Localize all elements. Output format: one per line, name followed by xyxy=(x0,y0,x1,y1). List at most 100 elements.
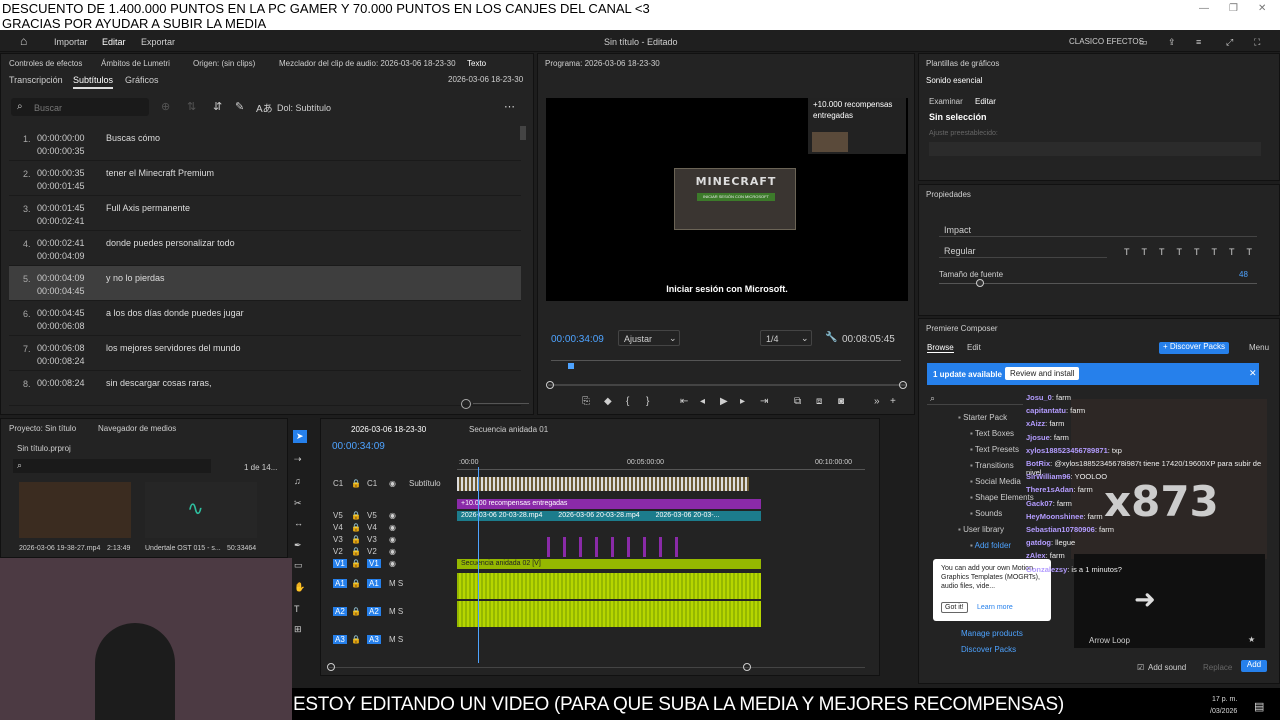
camera-icon[interactable]: ◙ xyxy=(838,396,844,407)
tab-media-browser[interactable]: Navegador de medios xyxy=(98,424,176,433)
track-id[interactable]: A1 xyxy=(333,579,347,588)
library-item[interactable]: ▪ Sounds xyxy=(970,509,1002,518)
play-icon[interactable]: ▶ xyxy=(720,396,728,407)
library-item[interactable]: ▪ Add folder xyxy=(970,541,1011,550)
track-id[interactable]: A3 xyxy=(333,635,347,644)
selection-tool-icon[interactable]: ➤ xyxy=(293,430,307,443)
razor-icon[interactable]: ✂ xyxy=(294,498,302,509)
fit-select[interactable]: Ajustar ⌄ xyxy=(618,330,680,346)
library-item[interactable]: ▪ Text Boxes xyxy=(970,429,1014,438)
panel-icon[interactable]: ▭ xyxy=(1139,37,1148,48)
row-text[interactable]: los mejores servidores del mundo xyxy=(106,343,241,353)
scroll-start-handle[interactable] xyxy=(546,381,554,389)
eg-tab-browse[interactable]: Examinar xyxy=(929,97,963,106)
discover-packs-button[interactable]: + Discover Packs xyxy=(1159,342,1229,354)
review-install-button[interactable]: Review and install xyxy=(1005,367,1080,380)
library-item[interactable]: ▪ Text Presets xyxy=(970,445,1019,454)
scroll-end-handle[interactable] xyxy=(899,381,907,389)
track-select-icon[interactable]: ⇢ xyxy=(294,454,302,465)
search-input[interactable]: Buscar xyxy=(34,103,62,113)
clip-thumb-audio[interactable]: ∿ xyxy=(145,482,257,538)
composer-search[interactable]: ⌕ xyxy=(927,393,1023,405)
track-header[interactable]: V5 🔒 V5 ◉ xyxy=(329,511,453,523)
add-button-icon[interactable]: + xyxy=(890,396,896,407)
text-style-buttons[interactable]: TTTTTTTT xyxy=(1124,247,1264,257)
marker-icon[interactable]: ◆ xyxy=(604,396,612,407)
subtab-transcription[interactable]: Transcripción xyxy=(9,75,63,85)
subtitle-row[interactable]: 7. 00:00:06:08 00:00:08:24 los mejores serv… xyxy=(9,336,521,371)
manage-products-link[interactable]: Manage products xyxy=(961,629,1023,638)
track-header[interactable]: V1 🔒 V1 ◉ xyxy=(329,559,453,571)
reward-clip[interactable]: +10.000 recompensas entregadas xyxy=(457,499,761,509)
star-icon[interactable]: ★ xyxy=(1248,635,1255,644)
mark-in-icon[interactable]: { xyxy=(626,396,629,407)
v5-clips[interactable]: 2026-03-06 20-03-28.mp4 2026-03-06 20-03… xyxy=(457,511,761,521)
preset-select[interactable] xyxy=(929,142,1261,156)
row-text[interactable]: donde puedes personalizar todo xyxy=(106,238,235,248)
library-item[interactable]: ▪ Transitions xyxy=(970,461,1014,470)
slip-icon[interactable]: ↔ xyxy=(294,518,303,528)
lock-icon[interactable]: 🔒 xyxy=(351,635,361,644)
track-id[interactable]: V5 xyxy=(333,511,343,520)
library-item[interactable]: ▪ Shape Elements xyxy=(970,493,1034,502)
subtitle-row[interactable]: 3. 00:00:01:45 00:00:02:41 Full Axis perman… xyxy=(9,196,521,231)
subtitle-row[interactable]: 2. 00:00:00:35 00:00:01:45 tener el Minecra… xyxy=(9,161,521,196)
track-header[interactable]: A2 🔒 A2 M S xyxy=(329,607,453,619)
eye-icon[interactable]: ◉ xyxy=(389,559,396,568)
step-forward-icon[interactable]: ▸ xyxy=(740,396,745,407)
more-icon[interactable]: ⋯ xyxy=(504,100,515,113)
audio-a1-clip[interactable] xyxy=(457,573,761,599)
hand-icon[interactable]: ✋ xyxy=(294,582,305,593)
list-scrollbar[interactable] xyxy=(520,126,526,140)
ripple-icon[interactable]: ♫ xyxy=(294,476,301,486)
track-id[interactable]: A2 xyxy=(333,607,347,616)
track-header[interactable]: V4 🔒 V4 ◉ xyxy=(329,523,453,535)
eye-icon[interactable]: ◉ xyxy=(389,479,396,488)
track-id[interactable]: V1 xyxy=(333,559,347,568)
translate-icon[interactable]: Aあ xyxy=(256,100,273,115)
insert-icon[interactable]: ⧉ xyxy=(794,396,801,407)
tab-audio-mixer[interactable]: Mezclador del clip de audio: 2026-03-06 … xyxy=(279,59,456,68)
eg-tab[interactable]: Sonido esencial xyxy=(926,76,982,85)
merge-icon[interactable]: ⇅ xyxy=(187,100,196,113)
more-arrows-icon[interactable]: » xyxy=(874,396,880,407)
lock-icon[interactable]: 🔒 xyxy=(351,579,361,588)
subtitle-row[interactable]: 6. 00:00:04:45 00:00:06:08 a los dos días d… xyxy=(9,301,521,336)
subtitle-row[interactable]: 5. 00:00:04:09 00:00:04:45 y no lo pierdas xyxy=(9,266,521,301)
track-id[interactable]: V4 xyxy=(333,523,343,532)
library-item[interactable]: ▪ User library xyxy=(958,525,1004,534)
menu-exportar[interactable]: Exportar xyxy=(141,37,175,47)
subtitle-clips[interactable] xyxy=(457,477,749,491)
tab-effect-controls[interactable]: Controles de efectos xyxy=(9,59,82,68)
mini-playhead[interactable] xyxy=(568,363,574,369)
timeline-scroll[interactable] xyxy=(329,667,865,668)
split-icon[interactable]: ⇵ xyxy=(213,100,222,113)
tab-source[interactable]: Origen: (sin clips) xyxy=(193,59,255,68)
subtitle-row[interactable]: 4. 00:00:02:41 00:00:04:09 donde puedes per… xyxy=(9,231,521,266)
eye-icon[interactable]: ◉ xyxy=(389,511,396,520)
menu-importar[interactable]: Importar xyxy=(54,37,88,47)
resolution-select[interactable]: 1/4 ⌄ xyxy=(760,330,812,346)
timeline-timecode[interactable]: 00:00:34:09 xyxy=(332,441,385,452)
track-id[interactable]: C1 xyxy=(333,479,343,488)
close-icon[interactable]: ✕ xyxy=(1258,3,1266,14)
timeline-scroll-start[interactable] xyxy=(327,663,335,671)
font-size-slider[interactable] xyxy=(939,283,1257,284)
eye-icon[interactable]: ◉ xyxy=(389,535,396,544)
library-item[interactable]: ▪ Starter Pack xyxy=(958,413,1007,422)
subtab-graphics[interactable]: Gráficos xyxy=(125,75,159,85)
lock-icon[interactable]: 🔒 xyxy=(351,559,361,568)
row-text[interactable]: a los dos días donde puedes jugar xyxy=(106,308,244,318)
track-header[interactable]: A1 🔒 A1 M S xyxy=(329,579,453,591)
composer-menu[interactable]: Menu xyxy=(1249,343,1269,352)
menu-editar[interactable]: Editar xyxy=(102,37,126,47)
composer-tab-browse[interactable]: Browse xyxy=(927,343,954,353)
font-size-value[interactable]: 48 xyxy=(1239,270,1248,279)
lock-icon[interactable]: 🔒 xyxy=(351,607,361,616)
lock-icon[interactable]: 🔒 xyxy=(351,479,361,488)
step-back-icon[interactable]: ◂ xyxy=(700,396,705,407)
notification-icon[interactable]: ▤ xyxy=(1254,700,1264,713)
add-sound-checkbox[interactable]: ☑ xyxy=(1137,663,1144,672)
workspace-label[interactable]: CLASICO EFECTOS xyxy=(1069,37,1144,46)
got-it-button[interactable]: Got it! xyxy=(941,602,968,613)
